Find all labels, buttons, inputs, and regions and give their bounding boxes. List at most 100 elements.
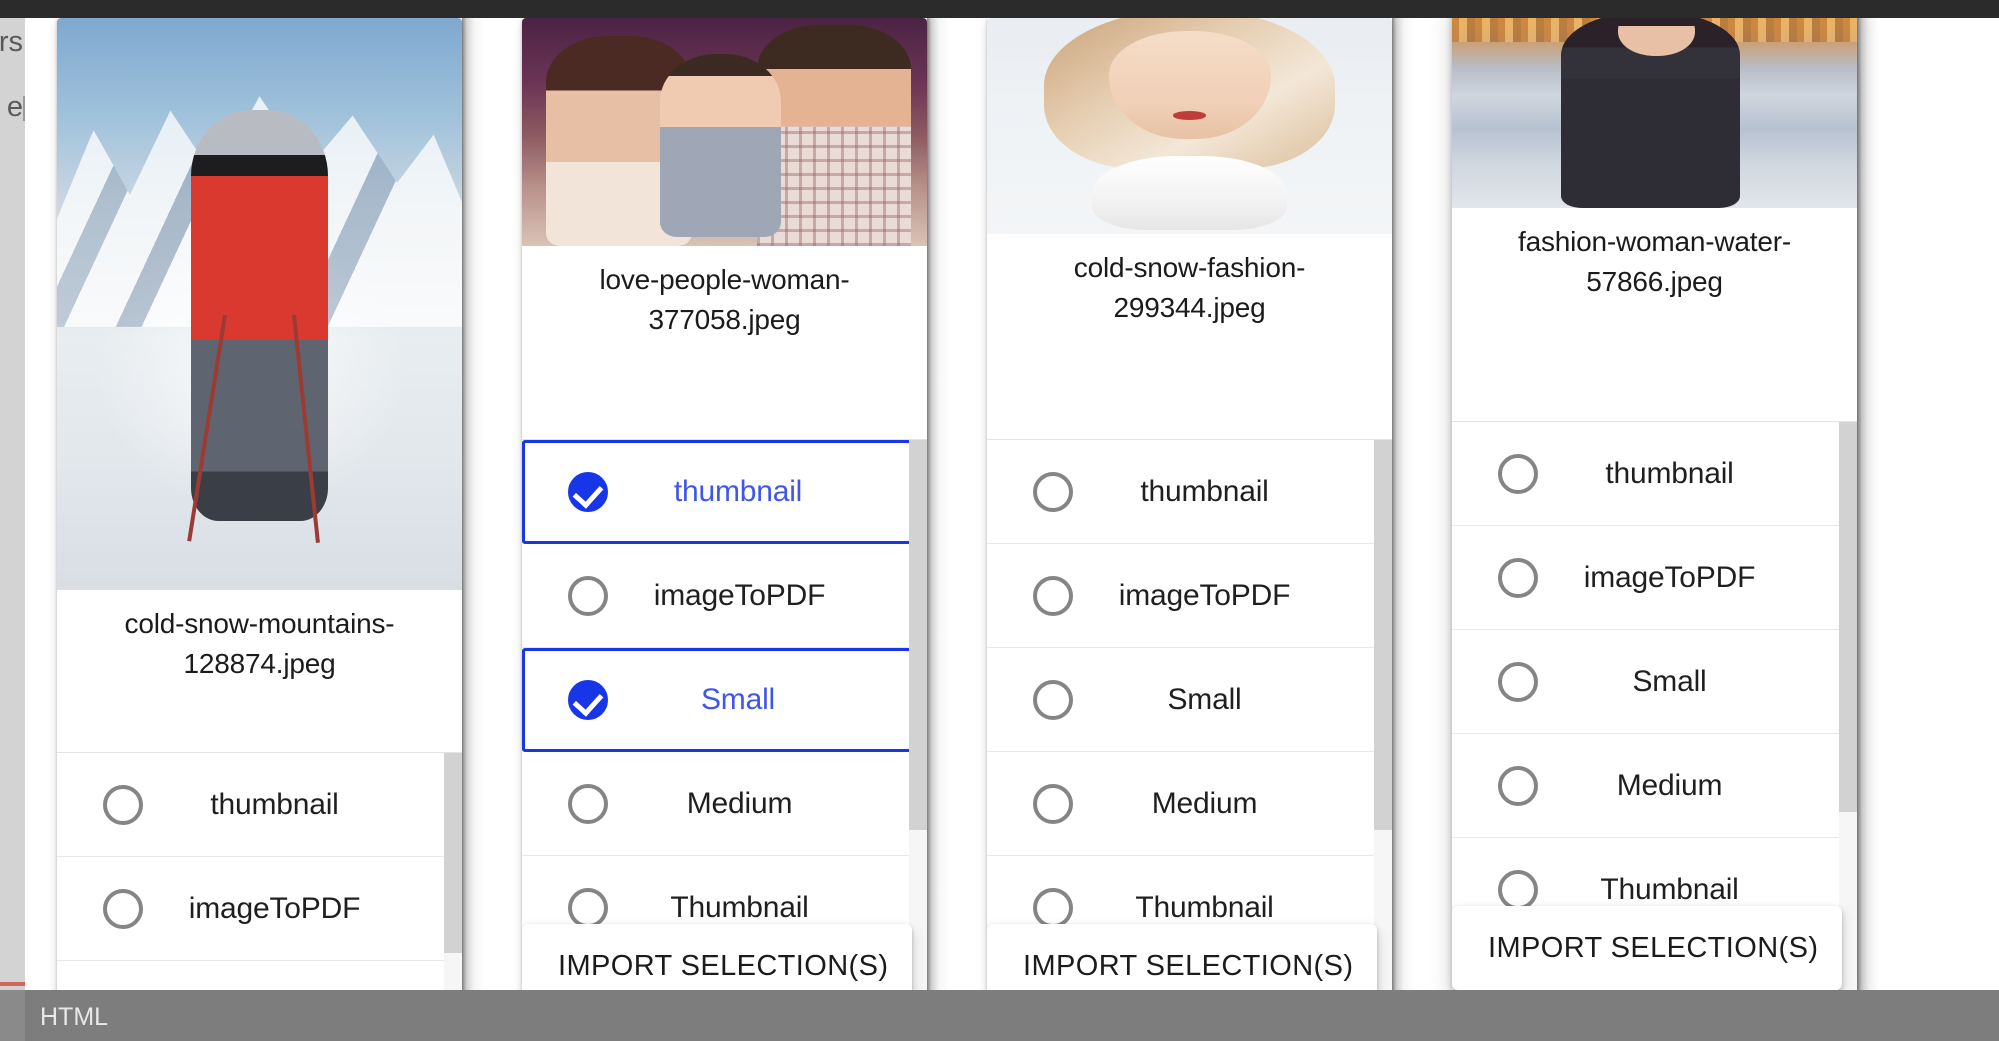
option-label: Medium — [686, 786, 793, 820]
screen-root: rs e cold-snow-mountains-128874.jpeg thu… — [0, 0, 1999, 1041]
checkbox-icon[interactable] — [1498, 557, 1538, 598]
option-label: thumbnail — [210, 787, 339, 821]
options-scroll-area: thumbnail imageToPDF Small Medium — [522, 440, 927, 960]
option-row[interactable]: Medium — [987, 752, 1392, 856]
checkbox-icon[interactable] — [568, 783, 608, 824]
sidebar-sliver[interactable]: rs e — [0, 0, 25, 1041]
option-row[interactable]: imageToPDF — [1452, 526, 1857, 630]
scrollbar-thumb[interactable] — [444, 753, 462, 953]
option-row[interactable]: thumbnail — [987, 440, 1392, 544]
import-selections-button[interactable]: IMPORT SELECTION(S) — [522, 924, 912, 990]
card-filename: cold-snow-fashion-299344.jpeg — [1073, 252, 1306, 323]
option-row[interactable]: thumbnail — [57, 753, 462, 857]
options-scroll-area: thumbnail imageToPDF Small Medium — [57, 753, 462, 990]
import-selections-button[interactable]: IMPORT SELECTION(S) — [1452, 906, 1842, 990]
card-spacer — [522, 340, 927, 439]
skier-photo — [57, 18, 462, 590]
scrollbar-thumb[interactable] — [1839, 422, 1857, 812]
option-label: imageToPDF — [653, 578, 826, 612]
check-icon — [572, 477, 604, 509]
card-spacer — [987, 328, 1392, 439]
option-row[interactable]: Medium — [522, 752, 927, 856]
option-row[interactable]: Small — [1452, 630, 1857, 734]
checkbox-icon[interactable] — [103, 784, 143, 825]
sidebar-accent-bar — [0, 982, 25, 986]
option-row[interactable]: Small — [987, 648, 1392, 752]
image-card[interactable]: fashion-woman-water-57866.jpeg thumbnail… — [1452, 18, 1857, 990]
check-icon — [572, 685, 604, 717]
option-label: Thumbnail — [1135, 890, 1274, 924]
option-label: thumbnail — [1140, 474, 1269, 508]
option-label: thumbnail — [673, 475, 803, 508]
checkbox-icon[interactable] — [1498, 765, 1538, 806]
pane-divider-shadow — [462, 18, 484, 990]
option-row[interactable]: Small — [57, 961, 462, 990]
options-scrollbar[interactable] — [909, 440, 927, 990]
option-label: Thumbnail — [670, 890, 809, 924]
pane-divider-shadow — [1392, 18, 1414, 990]
options-list[interactable]: thumbnail imageToPDF Small Medium — [1452, 421, 1857, 990]
checkbox-icon[interactable] — [1498, 869, 1538, 910]
sidebar-text-fragment-2: e — [6, 91, 23, 123]
option-row[interactable]: imageToPDF — [57, 857, 462, 961]
option-row[interactable]: thumbnail — [522, 440, 927, 544]
options-scroll-area: thumbnail imageToPDF Small Medium — [1452, 422, 1857, 942]
card-image — [987, 18, 1392, 234]
option-label: Small — [1632, 664, 1707, 698]
card-spacer — [57, 684, 462, 752]
card-spacer — [1452, 302, 1857, 421]
photo-lips — [1173, 110, 1206, 120]
checkbox-icon[interactable] — [1033, 471, 1073, 512]
options-list[interactable]: thumbnail imageToPDF Small Medium — [987, 439, 1392, 990]
image-card[interactable]: love-people-woman-377058.jpeg thumbnail … — [522, 18, 927, 990]
checkbox-icon[interactable] — [1033, 575, 1073, 616]
checkbox-icon[interactable] — [1498, 453, 1538, 494]
options-scrollbar[interactable] — [1374, 440, 1392, 990]
checkbox-icon[interactable] — [568, 472, 608, 512]
status-bar-left-strip — [0, 990, 25, 1041]
checkbox-icon[interactable] — [1033, 679, 1073, 720]
import-selections-button[interactable]: IMPORT SELECTION(S) — [987, 924, 1377, 990]
option-row[interactable]: imageToPDF — [987, 544, 1392, 648]
image-card[interactable]: cold-snow-fashion-299344.jpeg thumbnail … — [987, 18, 1392, 990]
lake-woman-photo — [1452, 18, 1857, 208]
hooded-woman-photo — [987, 18, 1392, 234]
text-caret — [23, 96, 25, 121]
sidebar-text-fragment-1: rs — [0, 26, 23, 58]
scrollbar-thumb[interactable] — [1374, 440, 1392, 830]
checkbox-icon[interactable] — [1033, 783, 1073, 824]
option-label: Small — [700, 683, 775, 716]
option-label: Small — [1167, 682, 1242, 716]
option-label: thumbnail — [1605, 456, 1734, 490]
options-list[interactable]: thumbnail imageToPDF Small Medium — [522, 439, 927, 990]
checkbox-icon[interactable] — [568, 887, 608, 928]
checkbox-icon[interactable] — [1498, 661, 1538, 702]
image-card[interactable]: cold-snow-mountains-128874.jpeg thumbnai… — [57, 18, 462, 990]
options-list[interactable]: thumbnail imageToPDF Small Medium — [57, 752, 462, 990]
option-label: imageToPDF — [188, 891, 361, 925]
pane-divider-shadow — [927, 18, 949, 990]
options-scrollbar[interactable] — [1839, 422, 1857, 990]
card-filename: cold-snow-mountains-128874.jpeg — [124, 608, 395, 679]
checkbox-icon[interactable] — [568, 680, 608, 720]
option-row[interactable]: Medium — [1452, 734, 1857, 838]
photo-face — [1108, 30, 1271, 139]
checkbox-icon[interactable] — [568, 575, 608, 616]
status-bar: HTML — [0, 990, 1999, 1041]
card-image — [522, 18, 927, 246]
checkbox-icon[interactable] — [1033, 887, 1073, 928]
photo-subject-baby — [659, 54, 782, 237]
family-photo — [522, 18, 927, 246]
option-row[interactable]: Small — [522, 648, 927, 752]
import-cards-container[interactable]: cold-snow-mountains-128874.jpeg thumbnai… — [25, 18, 1999, 990]
options-scrollbar[interactable] — [444, 753, 462, 990]
card-filename: fashion-woman-water-57866.jpeg — [1518, 226, 1791, 297]
option-row[interactable]: imageToPDF — [522, 544, 927, 648]
option-label: imageToPDF — [1583, 560, 1756, 594]
options-scroll-area: thumbnail imageToPDF Small Medium — [987, 440, 1392, 960]
option-label: Medium — [1616, 768, 1723, 802]
checkbox-icon[interactable] — [103, 888, 143, 929]
option-label: Medium — [1151, 786, 1258, 820]
scrollbar-thumb[interactable] — [909, 440, 927, 830]
option-row[interactable]: thumbnail — [1452, 422, 1857, 526]
